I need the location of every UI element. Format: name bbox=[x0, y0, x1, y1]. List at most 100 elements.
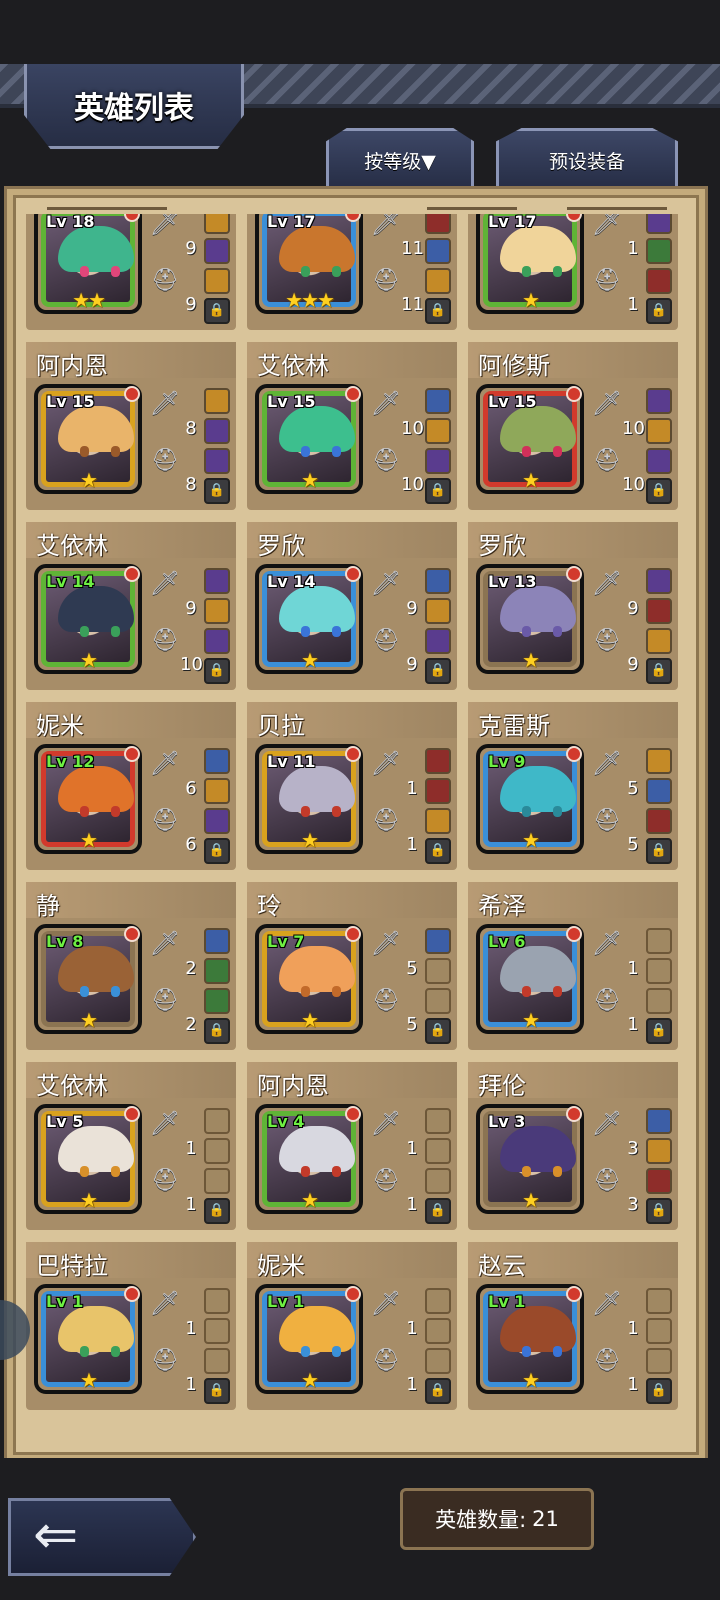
lock-icon[interactable]: 🔒 bbox=[204, 1018, 230, 1044]
lock-icon[interactable]: 🔒 bbox=[204, 298, 230, 324]
hero-card[interactable]: 克雷斯 Lv 9 ★ 🗡 5 ⛑ 5 🔒 bbox=[468, 702, 678, 870]
lock-icon[interactable]: 🔒 bbox=[425, 658, 451, 684]
empty-equip-slot[interactable] bbox=[646, 1288, 672, 1314]
equip-item-icon[interactable] bbox=[425, 598, 451, 624]
hero-portrait[interactable]: Lv 15 ★ bbox=[476, 384, 584, 494]
hero-portrait[interactable]: Lv 17 ★★★ bbox=[255, 214, 363, 314]
hero-card[interactable]: 罗欣 Lv 14 ★ 🗡 9 ⛑ 9 🔒 bbox=[247, 522, 457, 690]
hero-card[interactable]: 玲 Lv 7 ★ 🗡 5 ⛑ 5 🔒 bbox=[247, 882, 457, 1050]
empty-equip-slot[interactable] bbox=[204, 1108, 230, 1134]
empty-equip-slot[interactable] bbox=[425, 958, 451, 984]
equip-item-icon[interactable] bbox=[204, 778, 230, 804]
hero-card[interactable]: 艾依林 Lv 5 ★ 🗡 1 ⛑ 1 🔒 bbox=[26, 1062, 236, 1230]
preset-equipment-button[interactable]: 预设装备 bbox=[496, 128, 678, 189]
equip-item-icon[interactable] bbox=[425, 568, 451, 594]
equip-item-icon[interactable] bbox=[646, 1168, 672, 1194]
lock-icon[interactable]: 🔒 bbox=[204, 1378, 230, 1404]
hero-portrait[interactable]: Lv 9 ★ bbox=[476, 744, 584, 854]
hero-card[interactable]: 静 Lv 8 ★ 🗡 2 ⛑ 2 🔒 bbox=[26, 882, 236, 1050]
hero-card[interactable]: 艾依林 Lv 15 ★ 🗡 10 ⛑ 10 🔒 bbox=[247, 342, 457, 510]
lock-icon[interactable]: 🔒 bbox=[646, 478, 672, 504]
empty-equip-slot[interactable] bbox=[204, 1318, 230, 1344]
hero-card[interactable]: 妮米 Lv 12 ★ 🗡 6 ⛑ 6 🔒 bbox=[26, 702, 236, 870]
lock-icon[interactable]: 🔒 bbox=[204, 1198, 230, 1224]
hero-portrait[interactable]: Lv 17 ★ bbox=[476, 214, 584, 314]
lock-icon[interactable]: 🔒 bbox=[646, 658, 672, 684]
equip-item-icon[interactable] bbox=[204, 988, 230, 1014]
equip-item-icon[interactable] bbox=[646, 1108, 672, 1134]
hero-card[interactable]: 希泽 Lv 6 ★ 🗡 1 ⛑ 1 🔒 bbox=[468, 882, 678, 1050]
equip-item-icon[interactable] bbox=[204, 628, 230, 654]
empty-equip-slot[interactable] bbox=[425, 1108, 451, 1134]
equip-item-icon[interactable] bbox=[646, 418, 672, 444]
equip-item-icon[interactable] bbox=[646, 388, 672, 414]
lock-icon[interactable]: 🔒 bbox=[204, 658, 230, 684]
hero-portrait[interactable]: Lv 13 ★ bbox=[476, 564, 584, 674]
empty-equip-slot[interactable] bbox=[425, 1168, 451, 1194]
equip-item-icon[interactable] bbox=[204, 958, 230, 984]
equip-item-icon[interactable] bbox=[204, 808, 230, 834]
hero-portrait[interactable]: Lv 5 ★ bbox=[34, 1104, 142, 1214]
equip-item-icon[interactable] bbox=[425, 778, 451, 804]
equip-item-icon[interactable] bbox=[646, 1138, 672, 1164]
hero-portrait[interactable]: Lv 1 ★ bbox=[34, 1284, 142, 1394]
lock-icon[interactable]: 🔒 bbox=[425, 1198, 451, 1224]
hero-card[interactable]: 罗伊 Lv 17 ★★★ 🗡 11 ⛑ 11 🔒 bbox=[247, 214, 457, 330]
equip-item-icon[interactable] bbox=[646, 268, 672, 294]
lock-icon[interactable]: 🔒 bbox=[425, 1018, 451, 1044]
equip-item-icon[interactable] bbox=[204, 568, 230, 594]
hero-card[interactable]: 阿内恩 Lv 4 ★ 🗡 1 ⛑ 1 🔒 bbox=[247, 1062, 457, 1230]
equip-item-icon[interactable] bbox=[425, 268, 451, 294]
empty-equip-slot[interactable] bbox=[646, 1348, 672, 1374]
hero-card[interactable]: 妮米 Lv 1 ★ 🗡 1 ⛑ 1 🔒 bbox=[247, 1242, 457, 1410]
hero-card[interactable]: 妮米 Lv 17 ★ 🗡 1 ⛑ 1 🔒 bbox=[468, 214, 678, 330]
lock-icon[interactable]: 🔒 bbox=[646, 1018, 672, 1044]
equip-item-icon[interactable] bbox=[646, 568, 672, 594]
hero-portrait[interactable]: Lv 14 ★ bbox=[255, 564, 363, 674]
equip-item-icon[interactable] bbox=[425, 808, 451, 834]
empty-equip-slot[interactable] bbox=[425, 1348, 451, 1374]
empty-equip-slot[interactable] bbox=[204, 1288, 230, 1314]
lock-icon[interactable]: 🔒 bbox=[204, 838, 230, 864]
equip-item-icon[interactable] bbox=[646, 448, 672, 474]
hero-portrait[interactable]: Lv 14 ★ bbox=[34, 564, 142, 674]
empty-equip-slot[interactable] bbox=[646, 928, 672, 954]
lock-icon[interactable]: 🔒 bbox=[425, 298, 451, 324]
hero-portrait[interactable]: Lv 6 ★ bbox=[476, 924, 584, 1034]
hero-portrait[interactable]: Lv 15 ★ bbox=[34, 384, 142, 494]
equip-item-icon[interactable] bbox=[425, 418, 451, 444]
equip-item-icon[interactable] bbox=[425, 928, 451, 954]
equip-item-icon[interactable] bbox=[425, 628, 451, 654]
equip-item-icon[interactable] bbox=[646, 628, 672, 654]
hero-portrait[interactable]: Lv 15 ★ bbox=[255, 384, 363, 494]
equip-item-icon[interactable] bbox=[646, 748, 672, 774]
hero-portrait[interactable]: Lv 7 ★ bbox=[255, 924, 363, 1034]
hero-card[interactable]: 阿内恩 Lv 15 ★ 🗡 8 ⛑ 8 🔒 bbox=[26, 342, 236, 510]
equip-item-icon[interactable] bbox=[204, 748, 230, 774]
empty-equip-slot[interactable] bbox=[425, 1138, 451, 1164]
equip-item-icon[interactable] bbox=[204, 214, 230, 234]
hero-card[interactable]: 阿修斯 Lv 15 ★ 🗡 10 ⛑ 10 🔒 bbox=[468, 342, 678, 510]
hero-grid-scroll[interactable]: 妮米 Lv 18 ★★ 🗡 9 ⛑ 9 🔒 罗伊 Lv 17 ★★★ 🗡 11 bbox=[26, 214, 678, 1430]
equip-item-icon[interactable] bbox=[204, 928, 230, 954]
empty-equip-slot[interactable] bbox=[204, 1138, 230, 1164]
hero-portrait[interactable]: Lv 3 ★ bbox=[476, 1104, 584, 1214]
empty-equip-slot[interactable] bbox=[204, 1168, 230, 1194]
hero-portrait[interactable]: Lv 18 ★★ bbox=[34, 214, 142, 314]
equip-item-icon[interactable] bbox=[425, 388, 451, 414]
back-button[interactable]: ⇐ bbox=[8, 1498, 196, 1576]
hero-card[interactable]: 贝拉 Lv 11 ★ 🗡 1 ⛑ 1 🔒 bbox=[247, 702, 457, 870]
equip-item-icon[interactable] bbox=[204, 448, 230, 474]
lock-icon[interactable]: 🔒 bbox=[646, 1198, 672, 1224]
hero-portrait[interactable]: Lv 1 ★ bbox=[476, 1284, 584, 1394]
empty-equip-slot[interactable] bbox=[646, 958, 672, 984]
hero-portrait[interactable]: Lv 12 ★ bbox=[34, 744, 142, 854]
lock-icon[interactable]: 🔒 bbox=[425, 478, 451, 504]
empty-equip-slot[interactable] bbox=[646, 1318, 672, 1344]
equip-item-icon[interactable] bbox=[204, 598, 230, 624]
equip-item-icon[interactable] bbox=[204, 418, 230, 444]
lock-icon[interactable]: 🔒 bbox=[425, 1378, 451, 1404]
equip-item-icon[interactable] bbox=[646, 778, 672, 804]
equip-item-icon[interactable] bbox=[646, 808, 672, 834]
empty-equip-slot[interactable] bbox=[425, 1288, 451, 1314]
